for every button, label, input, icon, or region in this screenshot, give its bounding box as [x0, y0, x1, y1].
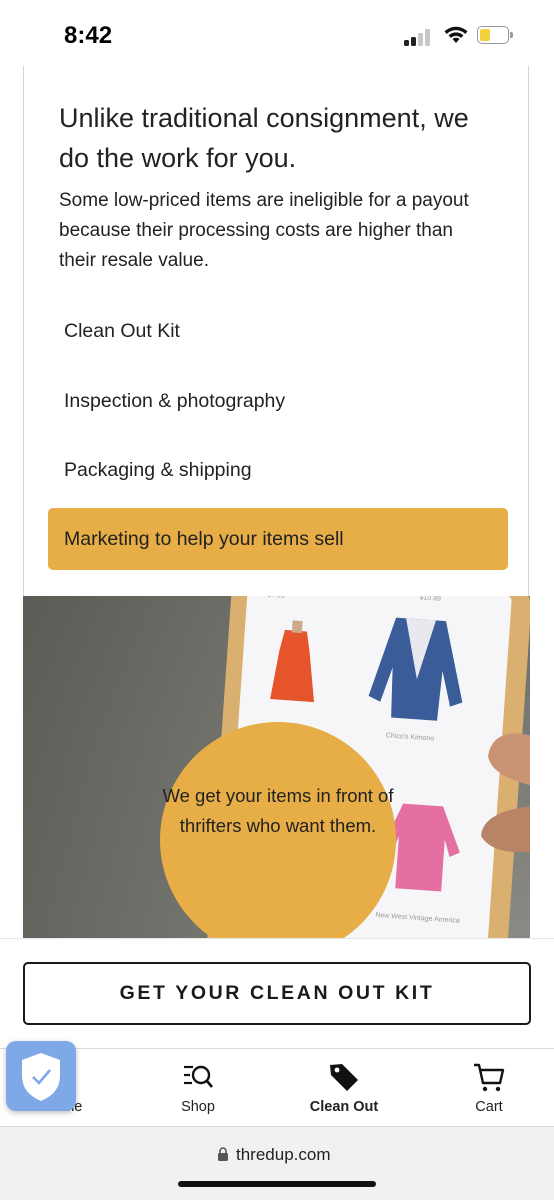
nav-label-clean-out: Clean Out — [309, 1099, 379, 1115]
status-time: 8:42 — [64, 22, 113, 49]
hand-illustration — [481, 733, 530, 852]
feature-item-packaging[interactable]: Packaging & shipping — [48, 439, 508, 501]
nav-label-cart: Cart — [475, 1099, 503, 1115]
lock-icon — [218, 1147, 228, 1161]
cart-icon — [474, 1063, 505, 1092]
nav-label-shop: Shop — [181, 1099, 215, 1115]
bottom-nav: Home Shop Clean Out Cart — [0, 1048, 554, 1126]
callout-text: We get your items in front of thrifters … — [162, 785, 394, 836]
hero-image: $10.99 $7.99 Chico's Kimono New West Vin… — [23, 596, 530, 938]
privacy-shield-button[interactable] — [6, 1041, 76, 1111]
status-bar: 8:42 — [0, 0, 554, 66]
nav-item-shop[interactable]: Shop — [143, 1059, 253, 1115]
info-card: Unlike traditional consignment, we do th… — [23, 66, 529, 596]
search-list-icon — [184, 1065, 213, 1088]
feature-item-clean-out-kit[interactable]: Clean Out Kit — [48, 300, 508, 362]
shield-check-icon — [22, 1053, 60, 1101]
nav-item-cart[interactable]: Cart — [434, 1059, 544, 1115]
feature-item-marketing[interactable]: Marketing to help your items sell — [48, 508, 508, 570]
tag-icon — [330, 1064, 358, 1091]
cta-bar: GET YOUR CLEAN OUT KIT — [0, 938, 554, 1048]
wifi-icon — [444, 26, 468, 43]
feature-item-inspection[interactable]: Inspection & photography — [48, 370, 508, 432]
section-headline: Unlike traditional consignment, we do th… — [59, 103, 469, 173]
battery-icon — [477, 26, 513, 46]
home-indicator — [178, 1181, 376, 1187]
url-text: thredup.com — [236, 1145, 331, 1164]
get-clean-out-kit-button[interactable]: GET YOUR CLEAN OUT KIT — [23, 962, 531, 1025]
section-description: Some low-priced items are ineligible for… — [59, 190, 469, 271]
cellular-signal-icon — [404, 28, 434, 46]
browser-url-bar[interactable]: thredup.com — [0, 1126, 554, 1200]
nav-item-clean-out[interactable]: Clean Out — [289, 1059, 399, 1115]
